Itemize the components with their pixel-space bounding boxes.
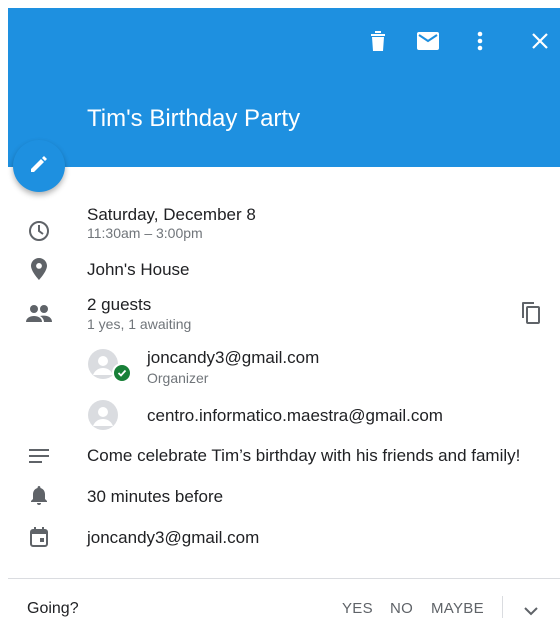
divider bbox=[8, 578, 560, 579]
bell-icon bbox=[26, 483, 52, 509]
clock-icon bbox=[26, 218, 52, 244]
delete-icon[interactable] bbox=[363, 26, 393, 56]
rsvp-prompt: Going? bbox=[27, 600, 79, 617]
guests-status: 1 yes, 1 awaiting bbox=[87, 316, 192, 332]
rsvp-maybe-button[interactable]: MAYBE bbox=[431, 600, 484, 617]
divider bbox=[502, 596, 503, 618]
rsvp-yes-button[interactable]: YES bbox=[342, 600, 373, 617]
event-title: Tim's Birthday Party bbox=[87, 105, 301, 132]
event-description: Come celebrate Tim’s birthday with his f… bbox=[87, 446, 521, 465]
chevron-down-icon[interactable] bbox=[524, 603, 538, 621]
edit-button[interactable] bbox=[13, 140, 65, 192]
guest-email[interactable]: centro.informatico.maestra@gmail.com bbox=[147, 406, 443, 426]
event-notification: 30 minutes before bbox=[87, 487, 224, 506]
event-header: Tim's Birthday Party bbox=[8, 8, 560, 167]
event-location[interactable]: John's House bbox=[87, 260, 189, 280]
copy-icon[interactable] bbox=[520, 301, 542, 330]
calendar-icon bbox=[26, 524, 52, 550]
avatar bbox=[88, 400, 118, 430]
accepted-check-icon bbox=[112, 363, 132, 383]
event-date: Saturday, December 8 bbox=[87, 205, 256, 224]
description-icon bbox=[26, 443, 52, 469]
people-icon bbox=[26, 300, 52, 326]
event-time: 11:30am – 3:00pm bbox=[87, 225, 203, 241]
guests-count: 2 guests bbox=[87, 295, 152, 314]
edit-icon bbox=[29, 154, 49, 179]
event-calendar: joncandy3@gmail.com bbox=[87, 528, 260, 547]
rsvp-no-button[interactable]: NO bbox=[390, 600, 413, 617]
guest-role: Organizer bbox=[147, 370, 209, 386]
email-icon[interactable] bbox=[413, 26, 443, 56]
more-vert-icon[interactable] bbox=[465, 26, 495, 56]
guest-email[interactable]: joncandy3@gmail.com bbox=[147, 348, 319, 368]
location-pin-icon bbox=[26, 256, 52, 282]
close-icon[interactable] bbox=[525, 26, 555, 56]
